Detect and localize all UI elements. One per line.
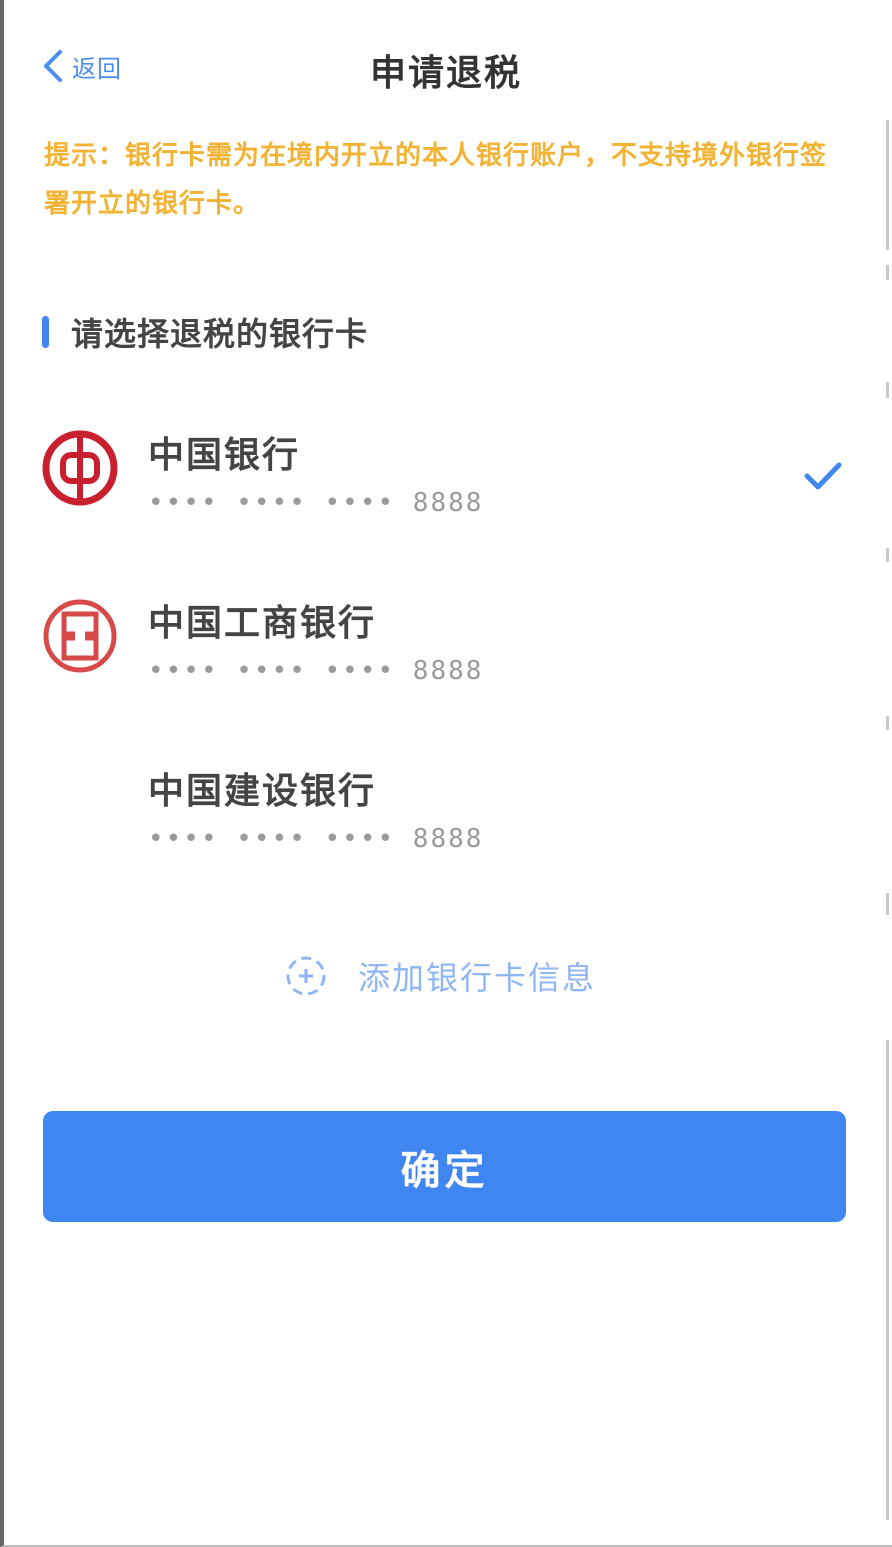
bank-card-number: •••• •••• •••• 8888	[148, 656, 484, 686]
bank-name: 中国工商银行	[148, 603, 377, 644]
bank-card-list: 中国银行 •••• •••• •••• 8888 中国工商银行 •••• •••…	[0, 400, 892, 904]
bank-card-number: •••• •••• •••• 8888	[148, 488, 484, 518]
section-header: 请选择退税的银行卡	[42, 310, 368, 354]
notice-text: 提示：银行卡需为在境内开立的本人银行账户，不支持境外银行签署开立的银行卡。	[44, 141, 828, 219]
add-bank-card-button[interactable]: 添加银行卡信息	[284, 950, 596, 1002]
bank-name: 中国建设银行	[148, 771, 377, 812]
section-title: 请选择退税的银行卡	[71, 315, 369, 353]
icbc-logo-icon	[43, 599, 117, 673]
section-accent-bar	[42, 316, 49, 348]
bank-card-item-boc[interactable]: 中国银行 •••• •••• •••• 8888	[0, 400, 892, 568]
check-icon	[804, 462, 842, 490]
boc-logo-icon	[42, 430, 118, 506]
plus-circle-icon	[286, 956, 326, 996]
bank-card-item-ccb[interactable]: 中国建设银行 •••• •••• •••• 8888	[0, 736, 892, 904]
page-title: 申请退税	[369, 53, 522, 94]
bank-card-number: •••• •••• •••• 8888	[148, 824, 484, 854]
add-bank-card-label: 添加银行卡信息	[358, 959, 597, 997]
nav-header: 返回 申请退税	[0, 30, 892, 102]
confirm-button[interactable]: 确定	[43, 1111, 846, 1222]
bank-name: 中国银行	[148, 435, 301, 476]
bank-card-item-icbc[interactable]: 中国工商银行 •••• •••• •••• 8888	[0, 568, 892, 736]
